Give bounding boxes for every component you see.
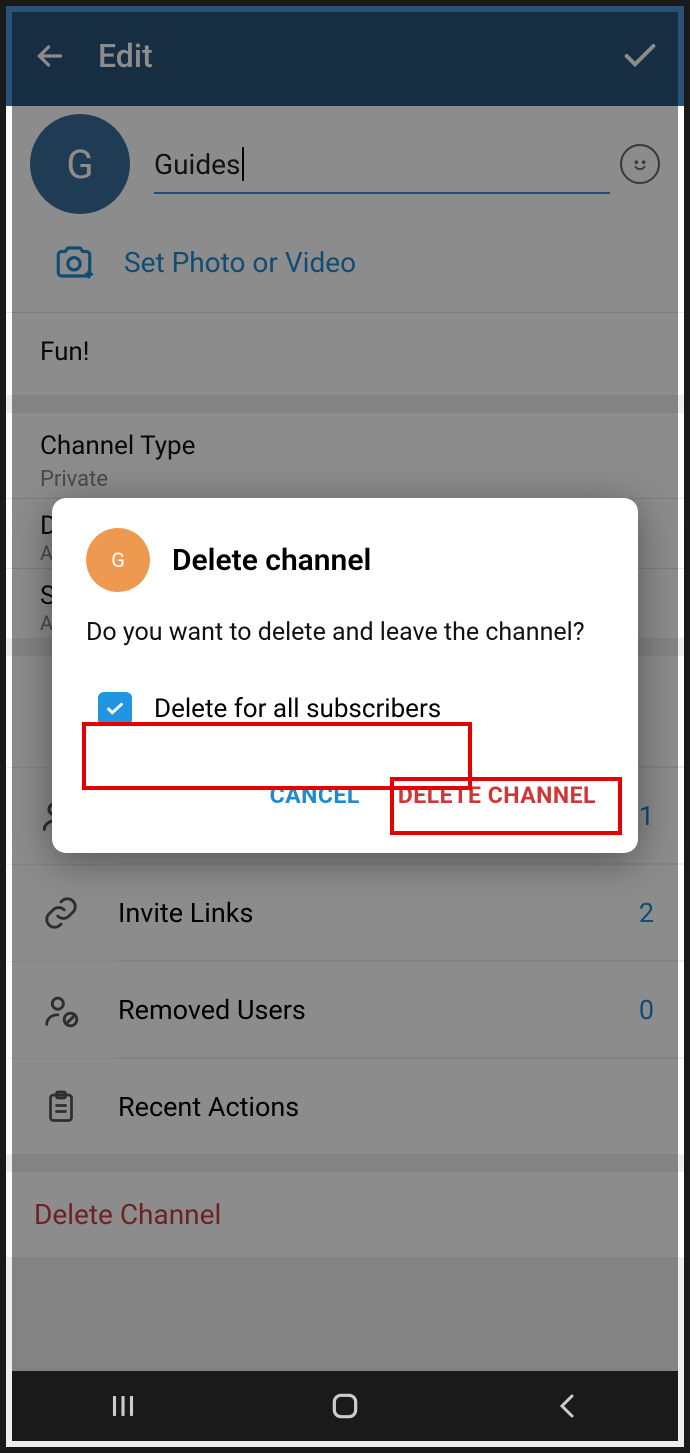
checkbox-label: Delete for all subscribers [154, 694, 441, 724]
annotation-highlight [390, 777, 622, 835]
nav-home-button[interactable] [305, 1386, 385, 1426]
delete-dialog: G Delete channel Do you want to delete a… [52, 498, 638, 853]
checkbox-checked-icon[interactable] [98, 692, 132, 726]
nav-recent-button[interactable] [83, 1386, 163, 1426]
dialog-message: Do you want to delete and leave the chan… [52, 592, 638, 668]
dialog-title: Delete channel [172, 543, 371, 578]
nav-back-button[interactable] [527, 1386, 607, 1426]
dialog-avatar: G [86, 528, 150, 592]
system-nav-bar [12, 1371, 678, 1441]
